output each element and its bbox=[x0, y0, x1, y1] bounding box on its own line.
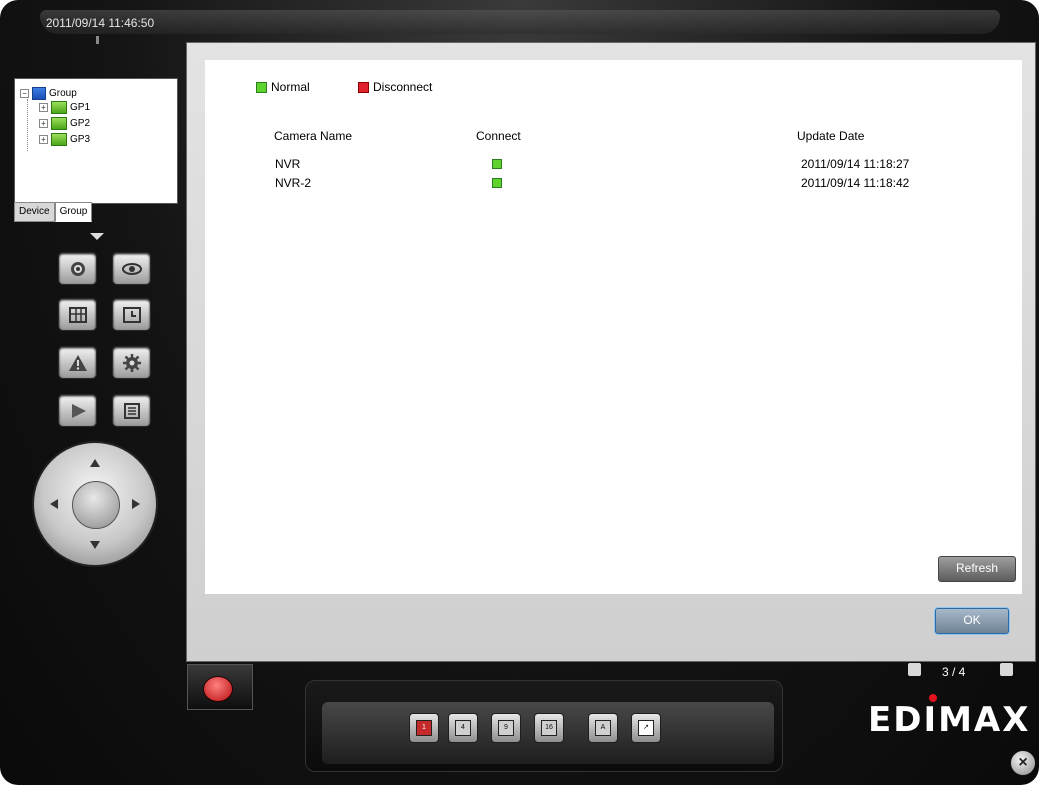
layout-4-button[interactable]: 4 bbox=[448, 713, 478, 743]
ok-button[interactable]: OK bbox=[935, 608, 1009, 634]
page-prev-icon[interactable] bbox=[908, 663, 921, 676]
fullscreen-icon: ↗ bbox=[638, 720, 654, 736]
layout-edit-button[interactable] bbox=[58, 298, 97, 331]
tree-root-label: Group bbox=[49, 88, 77, 99]
tree-item-gp3[interactable]: + GP3 bbox=[39, 133, 90, 146]
legend-disconnect-label: Disconnect bbox=[373, 80, 433, 94]
auto-sequence-icon: A bbox=[595, 720, 611, 736]
expand-icon[interactable]: + bbox=[39, 119, 48, 128]
camera-icon bbox=[70, 261, 85, 276]
playback-button[interactable] bbox=[58, 394, 97, 427]
layout-16-button[interactable]: 16 bbox=[534, 713, 564, 743]
page-next-icon[interactable] bbox=[1000, 663, 1013, 676]
tab-device[interactable]: Device bbox=[14, 202, 55, 222]
log-button[interactable] bbox=[112, 394, 151, 427]
ptz-down-icon[interactable] bbox=[90, 541, 100, 549]
legend-normal: Normal bbox=[256, 80, 310, 94]
tab-group[interactable]: Group bbox=[54, 202, 93, 222]
connect-status-icon bbox=[492, 178, 502, 188]
camera-group-icon bbox=[51, 101, 67, 114]
table-row-date: 2011/09/14 11:18:42 bbox=[801, 176, 910, 190]
app-window: 2011/09/14 11:46:50 − Group + GP1 + GP2 … bbox=[0, 0, 1039, 785]
tree-item-label: GP1 bbox=[70, 102, 91, 113]
legend-normal-label: Normal bbox=[271, 80, 310, 94]
layout-16-icon: 16 bbox=[541, 720, 557, 736]
clock-notch bbox=[96, 36, 99, 44]
refresh-button[interactable]: Refresh bbox=[938, 556, 1016, 582]
table-row-name: NVR bbox=[275, 157, 301, 171]
ptz-control[interactable] bbox=[32, 441, 158, 567]
grid-edit-icon bbox=[68, 306, 87, 323]
page-indicator: 3 / 4 bbox=[942, 665, 966, 679]
tree-connector bbox=[27, 99, 28, 151]
column-header-update-date: Update Date bbox=[797, 129, 865, 143]
camera-button[interactable] bbox=[58, 252, 97, 285]
alarm-button[interactable] bbox=[58, 346, 97, 379]
tree-root[interactable]: − Group bbox=[20, 87, 77, 100]
auto-sequence-button[interactable]: A bbox=[588, 713, 618, 743]
table-row-date: 2011/09/14 11:18:27 bbox=[801, 157, 910, 171]
tree-tabs: Device Group bbox=[14, 202, 93, 222]
eye-icon bbox=[121, 262, 142, 275]
group-folder-icon bbox=[32, 87, 46, 100]
layout-9-icon: 9 bbox=[498, 720, 514, 736]
ptz-left-icon[interactable] bbox=[50, 499, 58, 509]
expand-icon[interactable]: + bbox=[39, 135, 48, 144]
list-icon bbox=[123, 402, 140, 419]
layout-1-button[interactable]: 1 bbox=[409, 713, 439, 743]
collapse-icon[interactable]: − bbox=[20, 89, 29, 98]
clock-icon bbox=[122, 306, 141, 323]
warning-icon bbox=[68, 354, 87, 371]
column-header-connect: Connect bbox=[476, 129, 521, 143]
layout-4-icon: 4 bbox=[455, 720, 471, 736]
camera-group-icon bbox=[51, 117, 67, 130]
legend-disconnect: Disconnect bbox=[358, 80, 432, 94]
normal-status-icon bbox=[256, 81, 267, 93]
column-header-camera-name: Camera Name bbox=[274, 129, 353, 143]
settings-button[interactable] bbox=[112, 346, 151, 379]
panel-toggle-arrow-icon[interactable] bbox=[90, 233, 104, 240]
tree-item-gp2[interactable]: + GP2 bbox=[39, 117, 90, 130]
table-row-name: NVR-2 bbox=[275, 176, 312, 190]
group-tree-panel: − Group + GP1 + GP2 + GP3 bbox=[14, 78, 178, 204]
schedule-button[interactable] bbox=[112, 298, 151, 331]
tree-item-gp1[interactable]: + GP1 bbox=[39, 101, 90, 114]
window-top-bezel bbox=[40, 10, 1000, 34]
disconnect-status-icon bbox=[358, 81, 369, 93]
camera-group-icon bbox=[51, 133, 67, 146]
connect-status-icon bbox=[492, 159, 502, 169]
ptz-center-button[interactable] bbox=[72, 481, 120, 529]
expand-icon[interactable]: + bbox=[39, 103, 48, 112]
datetime-display: 2011/09/14 11:46:50 bbox=[45, 16, 155, 30]
fullscreen-button[interactable]: ↗ bbox=[631, 713, 661, 743]
tree-item-label: GP2 bbox=[70, 118, 91, 129]
layout-9-button[interactable]: 9 bbox=[491, 713, 521, 743]
ptz-up-icon[interactable] bbox=[90, 459, 100, 467]
layout-1-icon: 1 bbox=[416, 720, 432, 736]
gear-icon bbox=[122, 353, 141, 372]
ptz-right-icon[interactable] bbox=[132, 499, 140, 509]
close-icon[interactable]: × bbox=[1010, 750, 1036, 776]
record-button[interactable] bbox=[203, 676, 233, 702]
tree-item-label: GP3 bbox=[70, 134, 91, 145]
play-icon bbox=[71, 403, 86, 418]
brand-logo: EDIMAX bbox=[868, 700, 1031, 740]
view-button[interactable] bbox=[112, 252, 151, 285]
